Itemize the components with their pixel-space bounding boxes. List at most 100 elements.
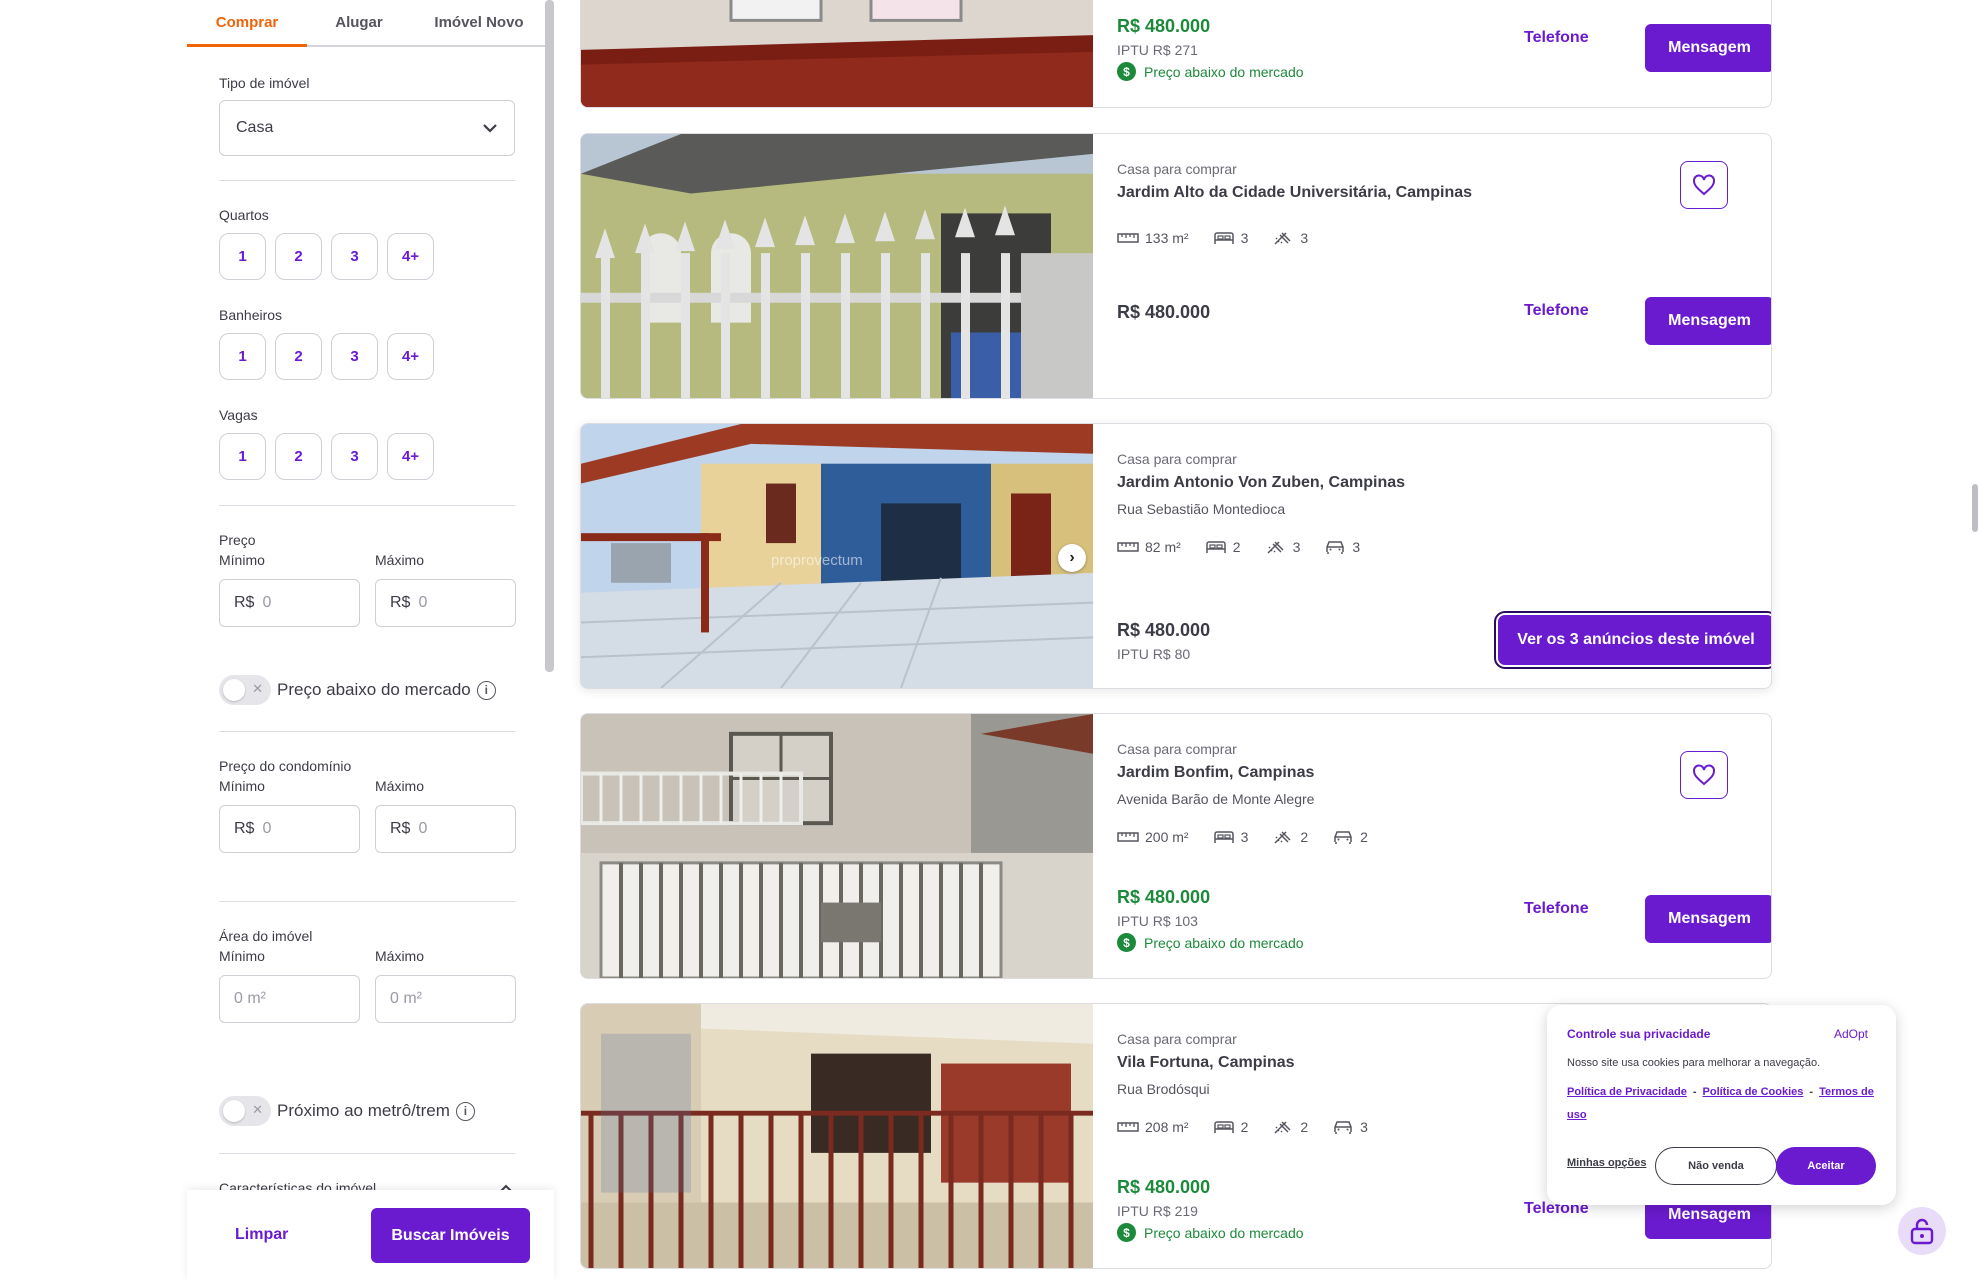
tab-alugar[interactable]: Alugar — [307, 0, 411, 45]
below-market-toggle[interactable]: ✕ — [219, 675, 271, 705]
toggle-knob — [223, 1100, 245, 1122]
listing-photo[interactable]: proprovectum › — [581, 424, 1093, 688]
listing-street: Rua Sebastião Montedioca — [1117, 501, 1286, 517]
message-button[interactable]: Mensagem — [1645, 24, 1771, 72]
listing-kind: Casa para comprar — [1117, 161, 1237, 177]
lock-icon — [1910, 1218, 1934, 1245]
area-min-input[interactable]: 0 m² — [219, 975, 360, 1023]
phone-button[interactable]: Telefone — [1524, 302, 1589, 320]
listing-neighborhood: Jardim Antonio Von Zuben, Campinas — [1117, 474, 1406, 491]
listing-iptu: IPTU R$ 271 — [1117, 42, 1198, 58]
bedrooms-feature: 3 — [1213, 829, 1248, 845]
listing-street: Rua Brodósqui — [1117, 1081, 1210, 1097]
ruler-icon — [1117, 233, 1139, 243]
below-market-text: Preço abaixo do mercado — [1144, 1224, 1304, 1241]
listing-neighborhood: Vila Fortuna, Campinas — [1117, 1054, 1295, 1071]
bathrooms-option-2[interactable]: 2 — [275, 333, 322, 380]
chevron-right-icon[interactable]: › — [1058, 544, 1086, 572]
listing-info: Casa para comprar Jardim Bonfim, Campina… — [1117, 714, 1771, 978]
filters-sidebar: Comprar Alugar Imóvel Novo Tipo de imóve… — [187, 0, 554, 1280]
area-max-input[interactable]: 0 m² — [375, 975, 516, 1023]
bathrooms-option-3[interactable]: 3 — [331, 333, 378, 380]
listing-card[interactable]: R$ 480.000 IPTU R$ 271 $ Preço abaixo do… — [580, 0, 1772, 108]
info-icon[interactable]: i — [455, 1101, 475, 1121]
listing-photo[interactable] — [581, 0, 1093, 107]
bedrooms-option-1[interactable]: 1 — [219, 233, 266, 280]
listing-photo[interactable] — [581, 1004, 1093, 1268]
divider — [219, 1153, 515, 1154]
info-icon[interactable]: i — [476, 680, 496, 700]
parking-option-2[interactable]: 2 — [275, 433, 322, 480]
listing-photo[interactable] — [581, 714, 1093, 978]
listing-info: Casa para comprar Jardim Antonio Von Zub… — [1117, 424, 1771, 688]
page: Comprar Alugar Imóvel Novo Tipo de imóve… — [0, 0, 1980, 1280]
price-min-input[interactable]: R$ 0 — [219, 579, 360, 627]
listing-card[interactable]: Casa para comprar Jardim Alto da Cidade … — [580, 133, 1772, 399]
cookie-brand-link[interactable]: AdOpt — [1834, 1027, 1868, 1041]
ruler-icon — [1117, 1122, 1139, 1132]
privacy-policy-link[interactable]: Política de Privacidade — [1567, 1086, 1687, 1098]
phone-button[interactable]: Telefone — [1524, 29, 1589, 47]
price-max-input[interactable]: R$ 0 — [375, 579, 516, 627]
near-metro-toggle[interactable]: ✕ — [219, 1096, 271, 1126]
dollar-icon: $ — [1117, 933, 1136, 952]
condo-max-input[interactable]: R$ 0 — [375, 805, 516, 853]
parking-feature: 3 — [1324, 539, 1360, 555]
area-max-label: Máximo — [375, 948, 425, 964]
listing-features: 82 m² 2 3 3 — [1117, 539, 1360, 555]
filters-footer: Limpar Buscar Imóveis — [187, 1190, 554, 1280]
bedrooms-option-3[interactable]: 3 — [331, 233, 378, 280]
bedrooms-option-2[interactable]: 2 — [275, 233, 322, 280]
view-ads-button[interactable]: Ver os 3 anúncios deste imóvel — [1498, 615, 1771, 665]
listing-price: R$ 480.000 — [1117, 620, 1211, 640]
parking-option-3[interactable]: 3 — [331, 433, 378, 480]
condo-max-label: Máximo — [375, 778, 425, 794]
cookie-options-link[interactable]: Minhas opções — [1567, 1157, 1646, 1169]
listing-features: 208 m² 2 2 3 — [1117, 1119, 1368, 1135]
parking-option-1[interactable]: 1 — [219, 433, 266, 480]
parking-option-4plus[interactable]: 4+ — [387, 433, 434, 480]
listing-card[interactable]: Casa para comprar Jardim Bonfim, Campina… — [580, 713, 1772, 979]
listing-info: R$ 480.000 IPTU R$ 271 $ Preço abaixo do… — [1117, 0, 1771, 107]
cookie-reject-button[interactable]: Não venda — [1655, 1147, 1777, 1185]
listing-info: Casa para comprar Jardim Alto da Cidade … — [1117, 134, 1771, 398]
cookie-text: Nosso site usa cookies para melhorar a n… — [1567, 1057, 1821, 1069]
listing-card[interactable]: proprovectum › Casa para comprar Jardim … — [580, 423, 1772, 689]
divider — [219, 180, 515, 181]
ruler-icon — [1117, 832, 1139, 842]
condo-min-placeholder: 0 — [262, 820, 272, 837]
bathrooms-chips: 1 2 3 4+ — [219, 333, 434, 380]
property-type-value: Casa — [236, 119, 274, 136]
shower-icon — [1267, 541, 1284, 554]
search-properties-button[interactable]: Buscar Imóveis — [371, 1208, 530, 1263]
listing-photo[interactable] — [581, 134, 1093, 398]
area-feature: 200 m² — [1117, 829, 1189, 845]
price-min-placeholder: 0 — [262, 594, 272, 611]
cookie-policy-link[interactable]: Política de Cookies — [1703, 1086, 1804, 1098]
below-market-label: Preço abaixo do mercado — [277, 680, 471, 699]
tab-imovel-novo[interactable]: Imóvel Novo — [411, 0, 547, 45]
cookie-accept-button[interactable]: Aceitar — [1776, 1147, 1876, 1185]
favorite-button[interactable] — [1680, 161, 1728, 209]
privacy-settings-button[interactable] — [1898, 1207, 1946, 1255]
clear-filters-button[interactable]: Limpar — [235, 1226, 288, 1244]
property-type-select[interactable]: Casa — [219, 100, 515, 156]
bedrooms-option-4plus[interactable]: 4+ — [387, 233, 434, 280]
chevron-down-icon — [483, 124, 497, 133]
bathrooms-option-4plus[interactable]: 4+ — [387, 333, 434, 380]
tab-comprar[interactable]: Comprar — [187, 0, 307, 47]
phone-button[interactable]: Telefone — [1524, 900, 1589, 918]
message-button[interactable]: Mensagem — [1645, 895, 1771, 943]
sidebar-scrollbar[interactable] — [545, 0, 554, 672]
below-market-badge: $ Preço abaixo do mercado — [1117, 933, 1304, 952]
currency-prefix: R$ — [234, 820, 255, 837]
bed-icon — [1213, 831, 1234, 843]
parking-feature: 3 — [1332, 1119, 1368, 1135]
bathrooms-option-1[interactable]: 1 — [219, 333, 266, 380]
listing-neighborhood: Jardim Bonfim, Campinas — [1117, 764, 1315, 781]
near-metro-filter: ✕ Próximo ao metrô/trem i — [219, 1096, 475, 1126]
page-scrollbar[interactable] — [1972, 484, 1978, 532]
favorite-button[interactable] — [1680, 751, 1728, 799]
message-button[interactable]: Mensagem — [1645, 297, 1771, 345]
condo-min-input[interactable]: R$ 0 — [219, 805, 360, 853]
